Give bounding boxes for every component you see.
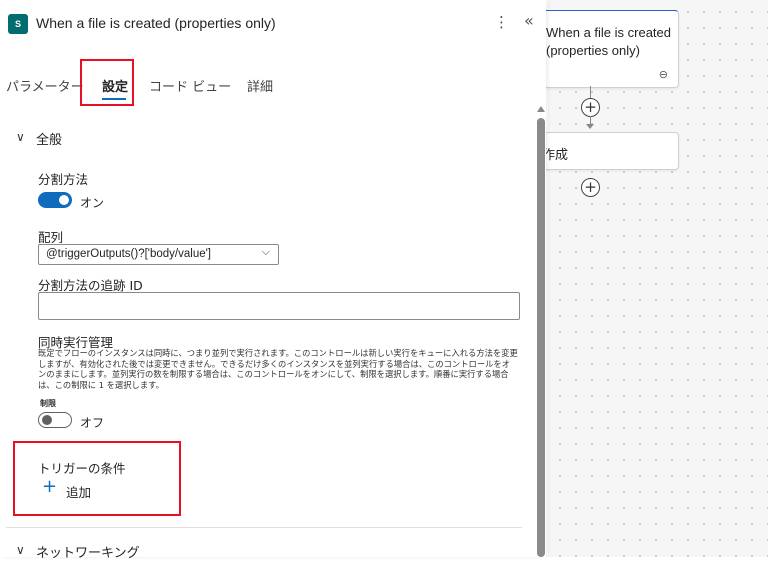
tab-code-view[interactable]: コード ビュー — [149, 76, 231, 95]
scroll-up-icon[interactable] — [537, 106, 545, 112]
compose-card[interactable]: 作成 — [526, 132, 679, 170]
connector-arrow-icon — [586, 124, 594, 129]
link-icon: ⊖ — [658, 69, 668, 81]
array-select[interactable]: @triggerOutputs()?['body/value'] ⌵ — [38, 244, 279, 265]
divider — [6, 527, 522, 528]
sharepoint-icon: S — [8, 14, 28, 34]
section-general-title[interactable]: 全般 — [36, 129, 62, 148]
section-networking-title[interactable]: ネットワーキング — [36, 542, 140, 561]
chevron-down-icon: ⌵ — [261, 246, 270, 258]
limit-toggle-text: オフ — [80, 416, 105, 430]
split-on-toggle[interactable] — [38, 192, 72, 208]
split-on-toggle-text: オン — [80, 196, 105, 210]
split-on-label: 分割方法 — [38, 172, 89, 187]
more-options-icon[interactable]: ⋮ — [494, 13, 509, 31]
add-step-plus-icon[interactable]: + — [581, 178, 600, 197]
add-step-plus-icon[interactable]: + — [581, 98, 600, 117]
concurrency-description: 既定でフローのインスタンスは同時に、つまり並列で実行されます。このコントロールは… — [38, 348, 518, 390]
panel-title: When a file is created (properties only) — [36, 15, 276, 31]
tab-parameters[interactable]: パラメーター — [6, 76, 84, 95]
limit-toggle[interactable] — [38, 412, 72, 428]
highlight-box — [13, 441, 181, 516]
settings-panel: S When a file is created (properties onl… — [0, 0, 546, 561]
tracking-id-input[interactable] — [38, 292, 520, 320]
trigger-card[interactable]: When a file is created (properties only)… — [526, 10, 679, 88]
chevron-down-icon[interactable]: ∨ — [16, 130, 25, 144]
highlight-box — [80, 59, 134, 106]
tab-details[interactable]: 詳細 — [247, 76, 273, 95]
trigger-card-title: When a file is created (properties only) — [546, 25, 672, 58]
collapse-panel-icon[interactable]: « — [524, 11, 534, 30]
scrollbar-thumb[interactable] — [537, 118, 545, 557]
array-value: @triggerOutputs()?['body/value'] — [46, 248, 212, 260]
connector-line — [590, 86, 591, 98]
chevron-down-icon[interactable]: ∨ — [16, 543, 25, 557]
limit-label: 制限 — [40, 399, 56, 408]
